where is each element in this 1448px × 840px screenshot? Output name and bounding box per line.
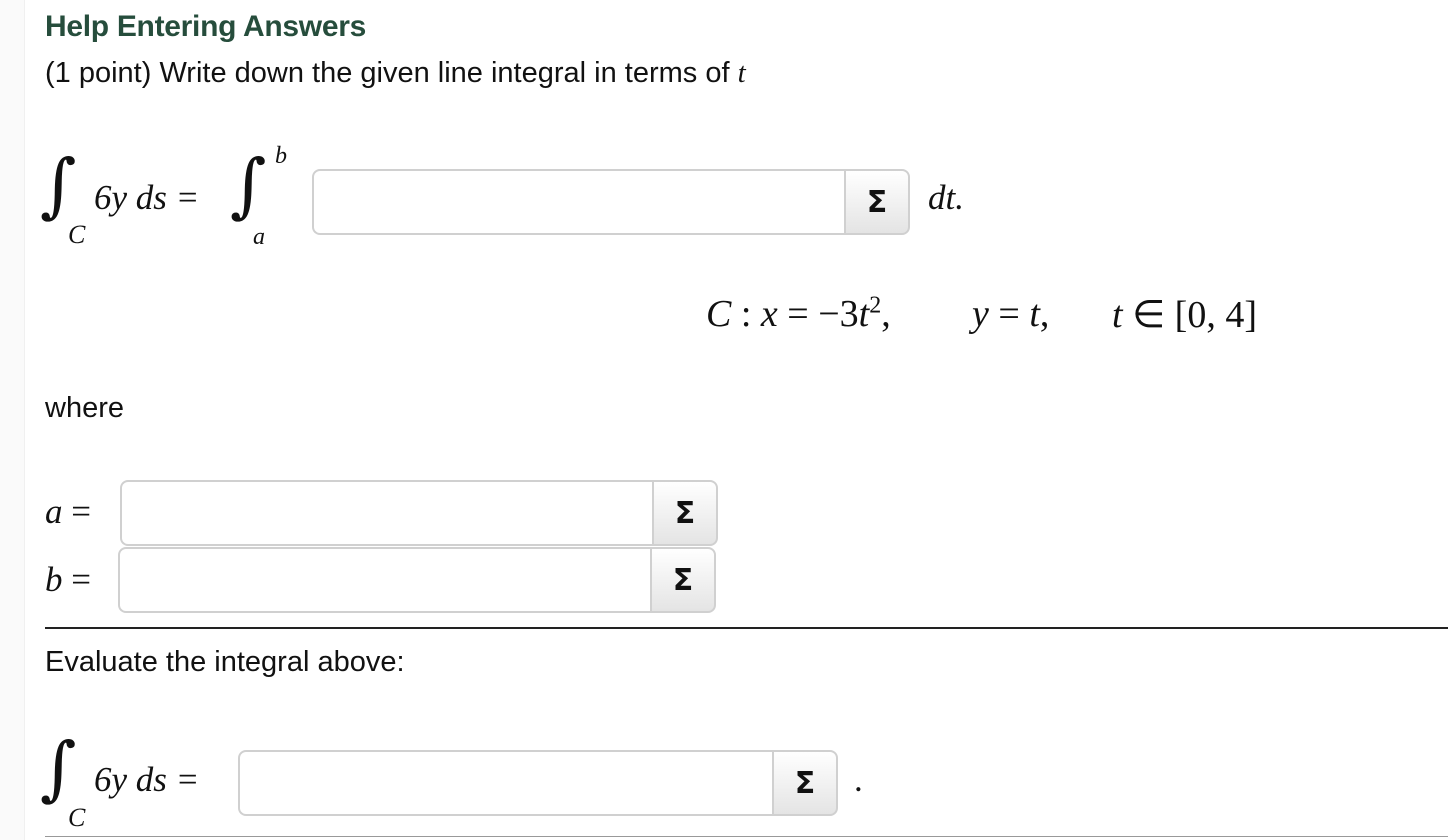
equation-editor-button-a[interactable]: Σ: [652, 480, 718, 546]
result-lhs-integrand: 6y ds =: [94, 760, 200, 799]
lhs-integrand: 6y ds =: [94, 178, 200, 217]
evaluate-label: Evaluate the integral above:: [45, 646, 405, 678]
curve-name: C: [706, 293, 732, 335]
sigma-icon: Σ: [674, 495, 696, 531]
b-equals: =: [71, 560, 91, 599]
integrand-input[interactable]: [312, 169, 844, 235]
dt-label: dt.: [928, 178, 964, 217]
problem-text: (1 point) Write down the given line inte…: [45, 57, 738, 89]
sigma-icon: Σ: [866, 184, 888, 220]
problem-variable: t: [737, 57, 746, 89]
a-equals: =: [71, 492, 91, 531]
curve-y: y: [972, 293, 989, 335]
result-period: .: [854, 760, 863, 799]
curve-comma-1: ,: [881, 293, 891, 335]
integral-symbol-rhs: ∫: [230, 144, 267, 226]
sigma-icon: Σ: [794, 765, 816, 801]
sigma-icon: Σ: [672, 562, 694, 598]
integral-result-lower-limit-c: C: [68, 803, 86, 832]
curve-y-definition: y = t,: [972, 292, 1049, 336]
curve-x-eq: = −3: [777, 293, 859, 335]
integral-upper-limit-b: b: [275, 143, 287, 169]
curve-x-t: t: [858, 293, 870, 335]
a-variable: a: [45, 492, 63, 531]
integral-symbol-result: ∫: [40, 727, 77, 809]
section-divider: [45, 627, 1448, 629]
curve-comma-2: ,: [1039, 293, 1050, 335]
b-variable: b: [45, 560, 63, 599]
equation-editor-button-b[interactable]: Σ: [650, 547, 716, 613]
curve-y-t: t: [1029, 293, 1040, 335]
b-label: b =: [45, 560, 91, 600]
b-answer-box: Σ: [118, 547, 716, 613]
curve-colon: :: [731, 293, 761, 335]
integral-symbol-lhs: ∫: [40, 144, 77, 226]
a-input[interactable]: [120, 480, 652, 546]
b-input[interactable]: [118, 547, 650, 613]
equation-editor-button[interactable]: Σ: [844, 169, 910, 235]
a-answer-box: Σ: [120, 480, 718, 546]
curve-definition: C : x = −3t2,: [706, 292, 891, 336]
result-answer-box: Σ: [238, 750, 838, 816]
integral-lower-limit-a: a: [253, 224, 265, 250]
a-label: a =: [45, 492, 91, 532]
curve-x-exponent: 2: [869, 292, 882, 319]
page-left-margin: [0, 0, 25, 840]
curve-x: x: [760, 293, 778, 335]
bottom-divider: [45, 836, 1448, 837]
curve-range-t: t: [1112, 294, 1123, 336]
where-label: where: [45, 392, 124, 424]
integrand-answer-box: Σ: [312, 169, 910, 235]
equation-editor-button-result[interactable]: Σ: [772, 750, 838, 816]
integral-lower-limit-c: C: [68, 220, 86, 249]
curve-y-eq: =: [988, 293, 1030, 335]
problem-statement: (1 point) Write down the given line inte…: [45, 57, 746, 90]
help-entering-answers-link[interactable]: Help Entering Answers: [45, 10, 366, 44]
result-input[interactable]: [238, 750, 772, 816]
curve-range-interval: ∈ [0, 4]: [1122, 294, 1257, 336]
curve-t-range: t ∈ [0, 4]: [1112, 292, 1257, 337]
